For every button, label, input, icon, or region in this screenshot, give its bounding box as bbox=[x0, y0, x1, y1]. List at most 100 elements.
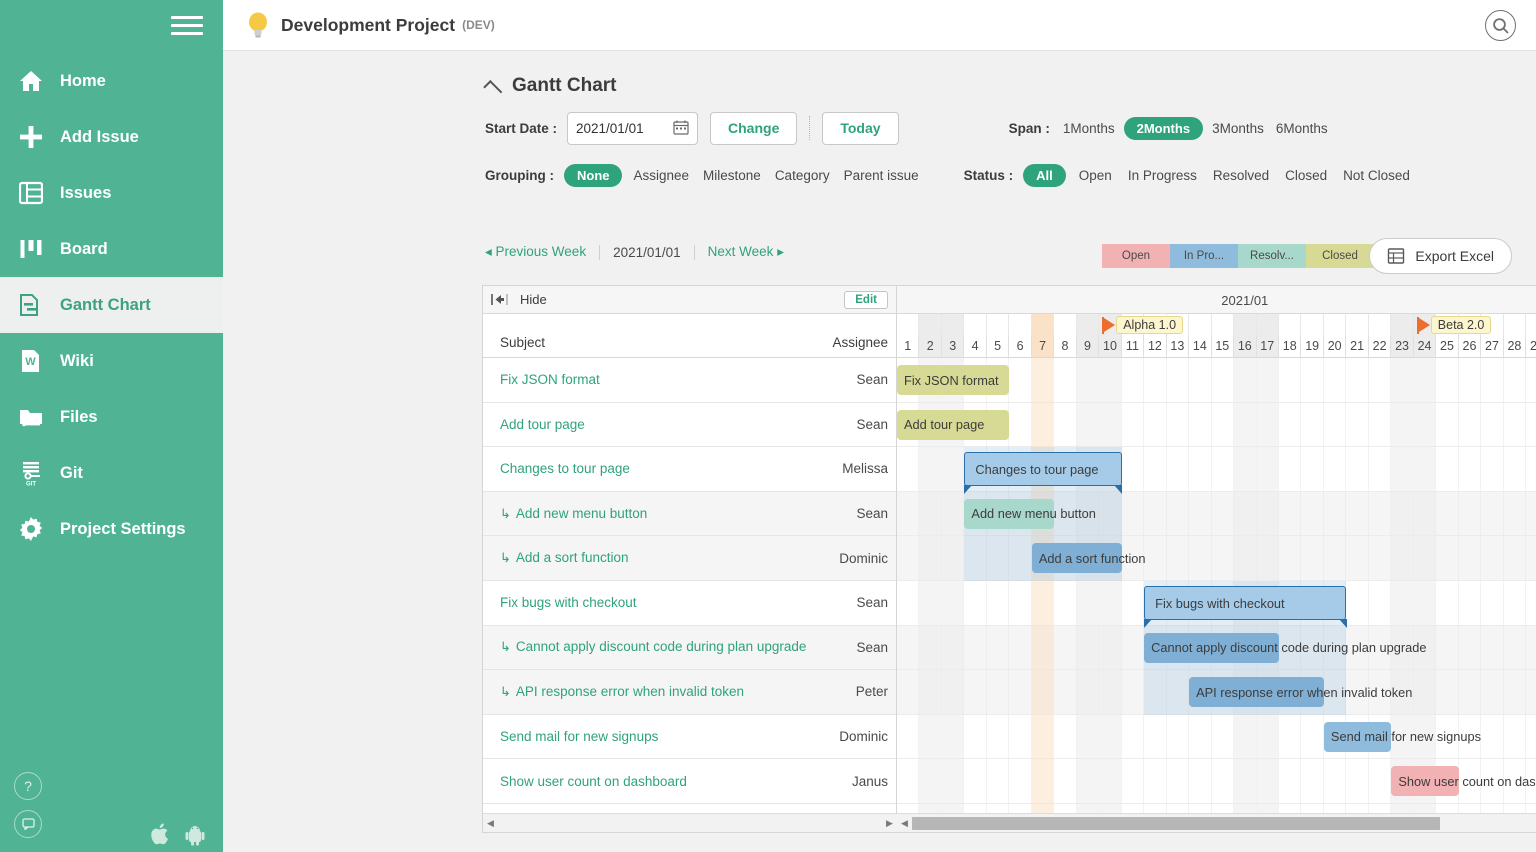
table-row[interactable]: Add tour pageSean bbox=[483, 403, 896, 448]
next-week-button[interactable]: Next Week ▸ bbox=[708, 244, 784, 260]
task-list-columns: Subject Assignee bbox=[483, 314, 896, 358]
sidebar-item-board[interactable]: Board bbox=[0, 221, 223, 277]
table-row[interactable]: Changes to tour pageMelissa bbox=[483, 447, 896, 492]
grouping-option-parent-issue[interactable]: Parent issue bbox=[841, 164, 922, 187]
task-subject[interactable]: Fix bugs with checkout bbox=[500, 595, 637, 610]
previous-week-button[interactable]: ◂ Previous Week bbox=[485, 244, 586, 260]
chat-icon[interactable] bbox=[14, 810, 42, 838]
change-button[interactable]: Change bbox=[710, 112, 797, 145]
table-row[interactable]: Show user count on dashboardJanus bbox=[483, 759, 896, 804]
span-option-3months[interactable]: 3Months bbox=[1209, 117, 1267, 140]
table-row[interactable]: Fix JSON formatSean bbox=[483, 358, 896, 403]
grouping-option-none[interactable]: None bbox=[564, 164, 623, 187]
task-subject[interactable]: ↳Add new menu button bbox=[500, 506, 647, 522]
day-label: 9 bbox=[1077, 335, 1099, 357]
day-label: 16 bbox=[1234, 335, 1256, 357]
gantt-bar[interactable]: Add new menu button bbox=[964, 499, 1054, 529]
table-row[interactable]: ↳Add new menu buttonSean bbox=[483, 492, 896, 537]
filter-row-grouping: Grouping : NoneAssigneeMilestoneCategory… bbox=[485, 158, 1536, 192]
list-icon bbox=[16, 178, 46, 208]
sidebar-item-issues[interactable]: Issues bbox=[0, 165, 223, 221]
scroll-right-icon[interactable]: ▶ bbox=[882, 818, 897, 829]
milestone-label: Alpha 1.0 bbox=[1116, 316, 1183, 334]
table-row[interactable]: ↳Cannot apply discount code during plan … bbox=[483, 626, 896, 671]
scroll-thumb[interactable] bbox=[912, 817, 1440, 830]
task-subject[interactable]: ↳Cannot apply discount code during plan … bbox=[500, 639, 806, 655]
day-label: 13 bbox=[1167, 335, 1189, 357]
sidebar-item-gantt-chart[interactable]: Gantt Chart bbox=[0, 277, 223, 333]
sidebar-item-label: Add Issue bbox=[60, 128, 139, 147]
sidebar-item-git[interactable]: GITGit bbox=[0, 445, 223, 501]
gantt-bar[interactable]: API response error when invalid token bbox=[1189, 677, 1324, 707]
grouping-option-milestone[interactable]: Milestone bbox=[700, 164, 764, 187]
sidebar-item-label: Home bbox=[60, 72, 106, 91]
sidebar-item-label: Gantt Chart bbox=[60, 296, 151, 315]
day-gridline bbox=[1504, 358, 1526, 832]
task-subject[interactable]: Show user count on dashboard bbox=[500, 774, 687, 789]
scroll-track[interactable] bbox=[912, 817, 1536, 830]
gantt-bar[interactable]: Add a sort function bbox=[1032, 543, 1122, 573]
scroll-track[interactable] bbox=[498, 817, 882, 830]
table-row[interactable]: Send mail for new signupsDominic bbox=[483, 715, 896, 760]
day-label: 12 bbox=[1144, 335, 1166, 357]
gantt-bar[interactable]: Add tour page bbox=[897, 410, 1009, 440]
edit-button[interactable]: Edit bbox=[844, 291, 888, 309]
task-subject[interactable]: Send mail for new signups bbox=[500, 729, 658, 744]
gantt-bar[interactable]: Fix JSON format bbox=[897, 365, 1009, 395]
span-option-6months[interactable]: 6Months bbox=[1273, 117, 1331, 140]
day-label: 5 bbox=[987, 335, 1009, 357]
status-option-resolved[interactable]: Resolved bbox=[1210, 164, 1272, 187]
milestone-marker[interactable]: Beta 2.0 bbox=[1417, 316, 1492, 334]
today-button[interactable]: Today bbox=[822, 112, 898, 145]
status-option-in-progress[interactable]: In Progress bbox=[1125, 164, 1200, 187]
span-option-1months[interactable]: 1Months bbox=[1060, 117, 1118, 140]
day-gridline bbox=[1054, 358, 1076, 832]
milestone-marker[interactable]: Alpha 1.0 bbox=[1102, 316, 1183, 334]
search-icon[interactable] bbox=[1485, 10, 1516, 41]
sidebar-item-home[interactable]: Home bbox=[0, 53, 223, 109]
task-assignee: Sean bbox=[848, 640, 888, 655]
sidebar-item-files[interactable]: Files bbox=[0, 389, 223, 445]
subtask-arrow-icon: ↳ bbox=[500, 550, 511, 565]
task-subject[interactable]: Add tour page bbox=[500, 417, 585, 432]
day-label: 14 bbox=[1189, 335, 1211, 357]
task-subject[interactable]: Changes to tour page bbox=[500, 461, 630, 476]
current-week-date: 2021/01/01 bbox=[613, 245, 681, 260]
status-option-all[interactable]: All bbox=[1023, 164, 1066, 187]
timeline-scrollbar[interactable]: ◀ ▶ bbox=[897, 813, 1536, 832]
task-list-scrollbar[interactable]: ◀ ▶ bbox=[483, 813, 897, 832]
task-subject[interactable]: Fix JSON format bbox=[500, 372, 600, 387]
sidebar-bottom-icons: ? bbox=[14, 772, 42, 848]
sidebar-item-label: Issues bbox=[60, 184, 111, 203]
status-option-closed[interactable]: Closed bbox=[1282, 164, 1330, 187]
sidebar-item-wiki[interactable]: WWiki bbox=[0, 333, 223, 389]
sidebar-item-project-settings[interactable]: Project Settings bbox=[0, 501, 223, 557]
gantt-bar[interactable]: Send mail for new signups bbox=[1324, 722, 1391, 752]
table-row[interactable]: ↳API response error when invalid tokenPe… bbox=[483, 670, 896, 715]
gantt-bar[interactable]: Show user count on dashboard bbox=[1391, 766, 1458, 796]
task-subject[interactable]: ↳API response error when invalid token bbox=[500, 684, 744, 700]
export-excel-button[interactable]: Export Excel bbox=[1369, 238, 1512, 274]
span-option-2months[interactable]: 2Months bbox=[1124, 117, 1203, 140]
gantt-bar[interactable]: Changes to tour page bbox=[964, 452, 1121, 486]
sidebar-item-add-issue[interactable]: Add Issue bbox=[0, 109, 223, 165]
gantt-bar[interactable]: Fix bugs with checkout bbox=[1144, 586, 1346, 620]
question-icon[interactable]: ? bbox=[14, 772, 42, 800]
top-bar: Development Project (DEV) bbox=[223, 0, 1536, 51]
start-date-input[interactable]: 2021/01/01 bbox=[567, 112, 698, 145]
hide-button[interactable]: Hide bbox=[491, 292, 547, 307]
gantt-bar[interactable]: Cannot apply discount code during plan u… bbox=[1144, 633, 1279, 663]
table-row[interactable]: ↳Add a sort functionDominic bbox=[483, 536, 896, 581]
table-row[interactable]: Fix bugs with checkoutSean bbox=[483, 581, 896, 626]
scroll-left-icon[interactable]: ◀ bbox=[483, 818, 498, 829]
calendar-icon[interactable] bbox=[673, 119, 689, 138]
task-subject[interactable]: ↳Add a sort function bbox=[500, 550, 628, 566]
status-option-not-closed[interactable]: Not Closed bbox=[1340, 164, 1413, 187]
status-options: All Open In Progress Resolved Closed Not Clos… bbox=[1023, 164, 1413, 187]
status-option-open[interactable]: Open bbox=[1076, 164, 1115, 187]
hamburger-icon[interactable] bbox=[171, 12, 203, 38]
grouping-option-category[interactable]: Category bbox=[772, 164, 833, 187]
grouping-option-assignee[interactable]: Assignee bbox=[630, 164, 692, 187]
scroll-left-icon[interactable]: ◀ bbox=[897, 818, 912, 829]
start-date-label: Start Date : bbox=[485, 121, 557, 136]
